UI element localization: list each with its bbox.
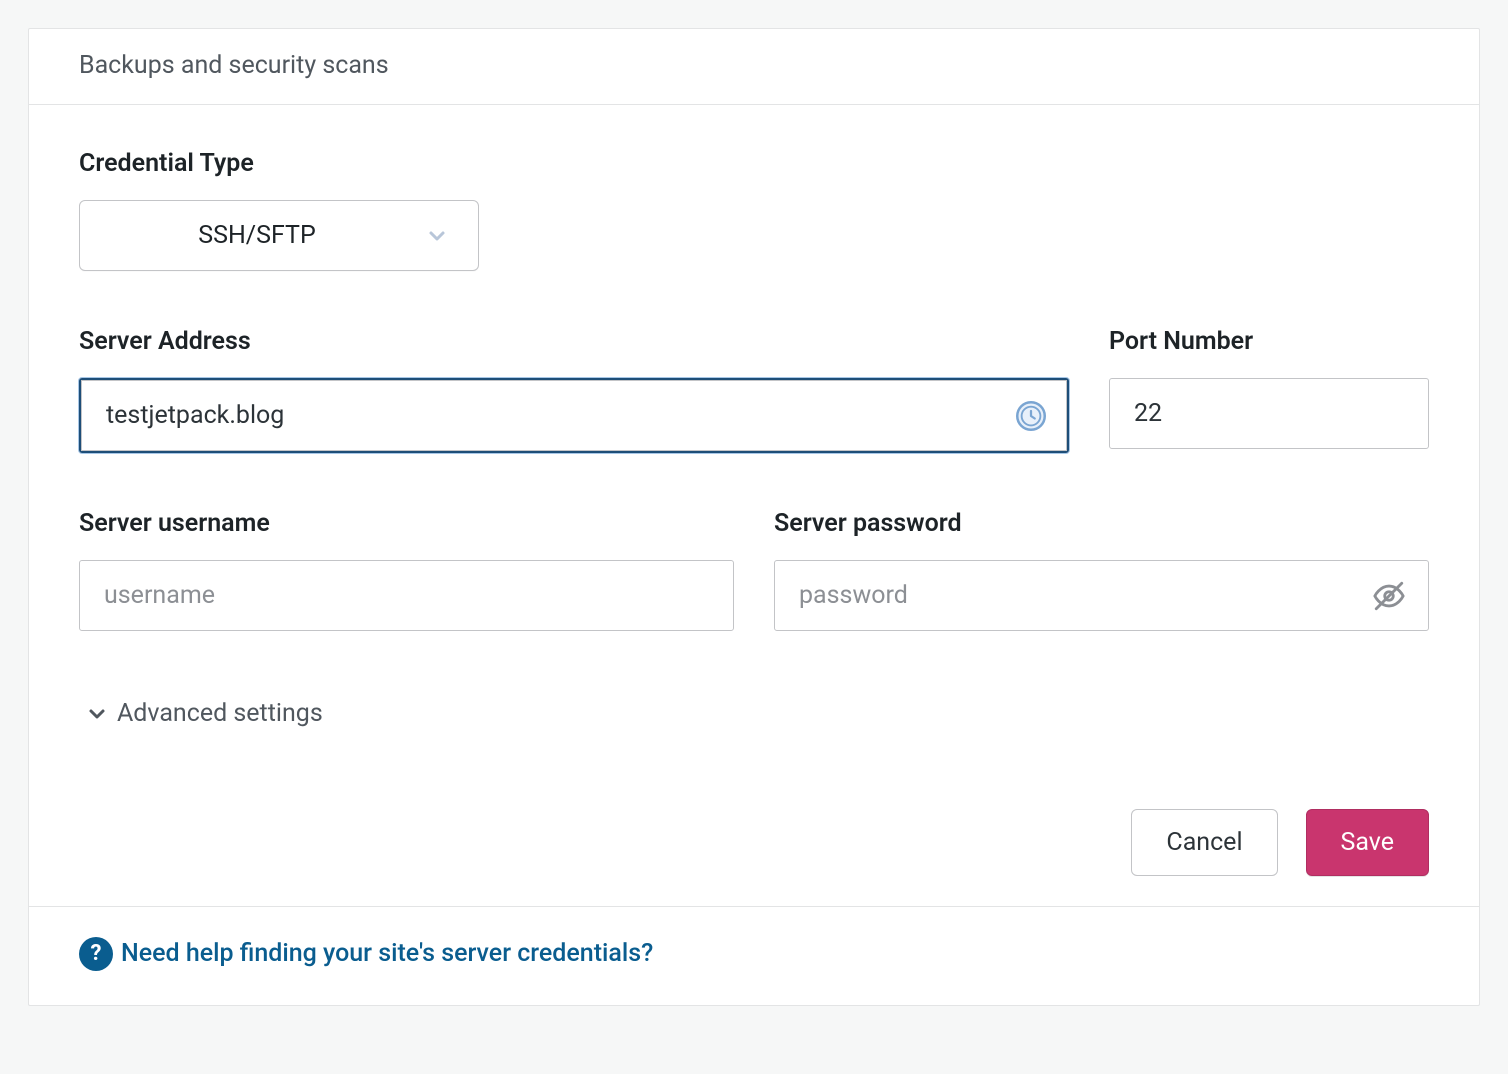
settings-card: Backups and security scans Credential Ty…	[28, 28, 1480, 1006]
server-address-row: Server Address Port Number	[79, 327, 1429, 453]
server-address-input[interactable]	[81, 380, 1067, 451]
card-title: Backups and security scans	[79, 51, 389, 80]
server-username-label: Server username	[79, 509, 734, 538]
form-actions: Cancel Save	[79, 809, 1429, 876]
server-address-label: Server Address	[79, 327, 1069, 356]
credential-type-select[interactable]: SSH/SFTP	[79, 200, 479, 271]
credential-type-select-wrap: SSH/SFTP	[79, 200, 479, 271]
card-footer: ? Need help finding your site's server c…	[29, 906, 1479, 1005]
credentials-row: Server username Server password	[79, 509, 1429, 631]
card-header: Backups and security scans	[29, 29, 1479, 105]
server-address-col: Server Address	[79, 327, 1069, 453]
port-number-input[interactable]	[1109, 378, 1429, 449]
chevron-down-icon	[85, 702, 109, 726]
credential-type-value: SSH/SFTP	[198, 221, 315, 250]
card-body: Credential Type SSH/SFTP Server Address	[29, 105, 1479, 906]
advanced-settings-toggle[interactable]: Advanced settings	[85, 699, 323, 728]
server-address-input-wrap	[79, 378, 1069, 453]
credential-type-label: Credential Type	[79, 149, 1429, 178]
help-link-text: Need help finding your site's server cre…	[121, 939, 653, 968]
save-button[interactable]: Save	[1306, 809, 1429, 876]
help-link[interactable]: ? Need help finding your site's server c…	[79, 937, 653, 971]
server-password-wrap	[774, 560, 1429, 631]
server-username-col: Server username	[79, 509, 734, 631]
eye-off-icon[interactable]	[1371, 578, 1407, 614]
cancel-button[interactable]: Cancel	[1131, 809, 1277, 876]
question-icon: ?	[79, 937, 113, 971]
server-username-input[interactable]	[79, 560, 734, 631]
server-password-label: Server password	[774, 509, 1429, 538]
port-number-col: Port Number	[1109, 327, 1429, 453]
server-password-input[interactable]	[774, 560, 1429, 631]
advanced-settings-label: Advanced settings	[117, 699, 323, 728]
server-password-col: Server password	[774, 509, 1429, 631]
port-number-label: Port Number	[1109, 327, 1429, 356]
history-icon[interactable]	[1015, 400, 1047, 432]
